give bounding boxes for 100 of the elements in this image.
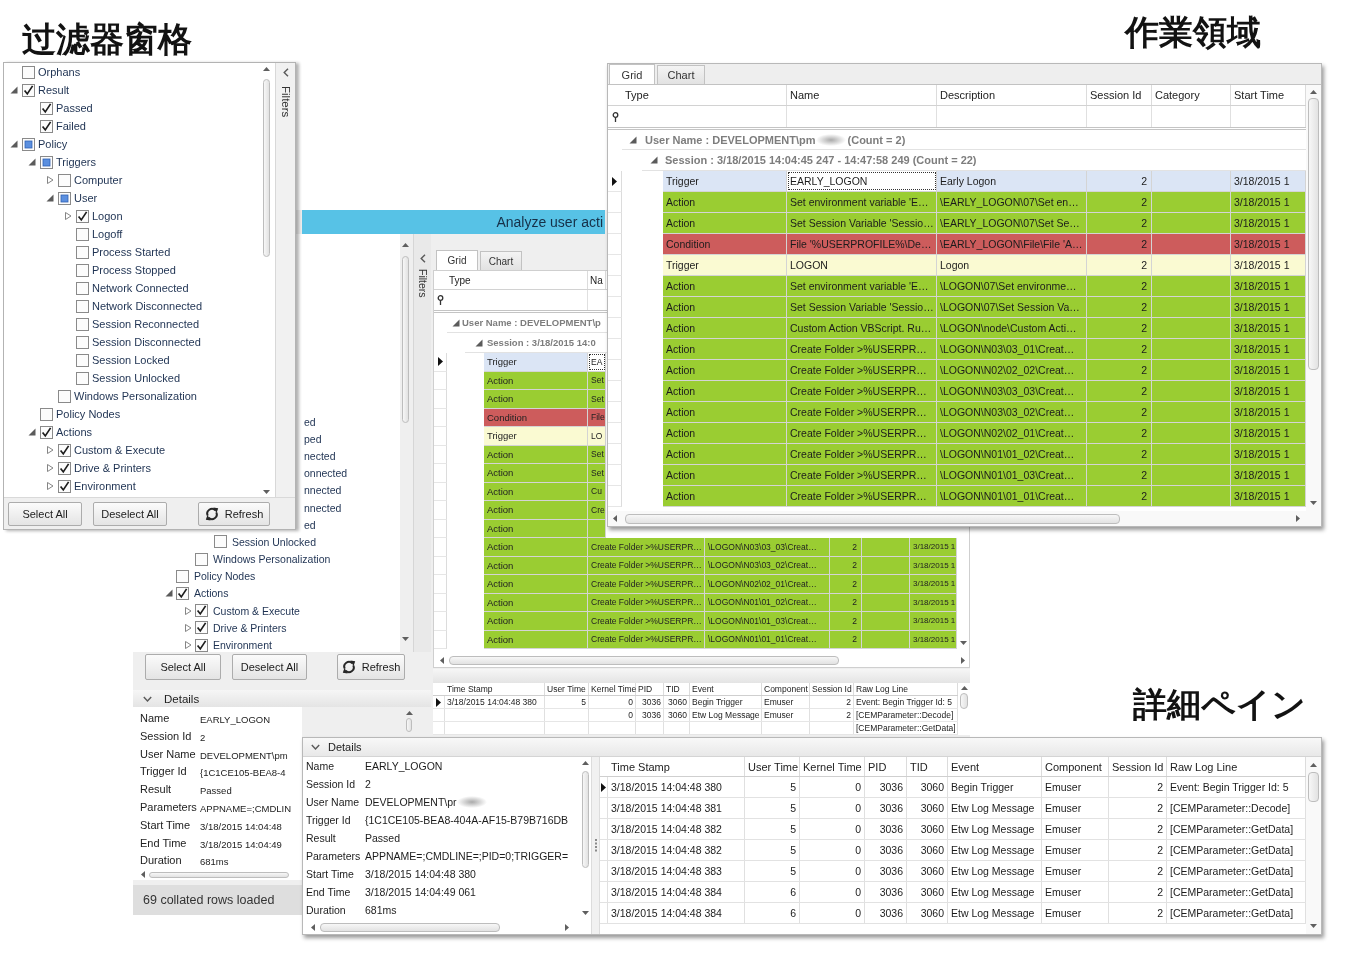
column-header[interactable]: Raw Log Line [856,684,908,694]
column-header[interactable]: Session Id [1087,85,1152,105]
checkbox[interactable] [76,299,89,313]
tab[interactable]: Chart [657,65,705,84]
table-row[interactable]: Action Set environment variable 'E… \LOGON\07\Set environme… 2 3/18/2015 1 [663,276,1306,297]
tree-item-label[interactable]: Process Started [92,246,171,258]
column-header[interactable]: Component [1042,757,1109,776]
caret-icon[interactable] [452,318,460,327]
checkbox[interactable] [76,335,89,349]
chevron-down-icon[interactable] [311,744,320,750]
caret-icon[interactable] [28,158,36,166]
checkbox[interactable] [76,371,89,385]
row-indicator[interactable] [600,777,608,797]
tree-item-label[interactable]: Computer [74,174,123,186]
table-row[interactable]: Action Set [484,464,606,483]
tree-item-label[interactable]: nnected [304,484,342,497]
checkbox[interactable] [76,245,89,259]
down-arrow-icon[interactable] [959,641,967,645]
table-row[interactable]: Action Create Folder >%USERPR… \LOGON\N02\02_01\Creat… 2 3/18/2015 1 [663,423,1306,444]
deselect-all-button[interactable]: Deselect All [232,654,307,680]
vertical-scrollbar[interactable] [1306,85,1321,511]
tree-item-label[interactable]: Session Disconnected [92,336,201,348]
up-arrow-icon[interactable] [402,243,409,247]
grip-icon[interactable] [594,839,597,852]
caret-icon[interactable] [184,606,192,615]
checkbox[interactable] [76,281,89,295]
up-arrow-icon[interactable] [960,686,968,690]
tree-item-label[interactable]: Passed [56,102,93,114]
column-header[interactable]: PID [865,757,907,776]
caret-icon[interactable] [46,464,54,472]
checkbox[interactable] [76,317,89,331]
up-arrow-icon[interactable] [1310,763,1317,767]
column-header[interactable]: User Time [547,684,586,694]
column-header[interactable]: Name [787,85,937,105]
tree-item-label[interactable]: Logon [92,210,123,222]
caret-icon[interactable] [475,338,483,347]
vertical-scrollbar[interactable] [1306,757,1321,934]
up-arrow-icon[interactable] [582,761,589,765]
table-row[interactable]: Trigger EA [484,353,606,372]
refresh-button[interactable]: Refresh [198,501,270,526]
tree-item-label[interactable]: ed [304,518,316,531]
tree-item-label[interactable]: Actions [56,426,93,438]
up-arrow-icon[interactable] [405,711,413,715]
filters-tab[interactable]: Filters [279,86,292,118]
column-header[interactable]: PID [638,684,653,694]
column-header[interactable]: Time Stamp [608,757,745,776]
table-row[interactable]: Action Set [484,390,606,409]
scroll-thumb[interactable] [1308,772,1319,802]
table-row[interactable]: Action Create Folder >%USERPR… \LOGON\N03\03_03\Creat… 2 3/18/2015 1 [484,538,957,557]
tree-item-label[interactable]: Custom & Execute [213,604,300,617]
tree-item-label[interactable]: Custom & Execute [74,444,166,456]
table-row[interactable]: Action Create Folder >%USERPR… \LOGON\N03\03_02\Creat… 2 3/18/2015 1 [663,402,1306,423]
caret-icon[interactable] [64,212,72,220]
scroll-thumb[interactable] [1308,98,1319,370]
checkbox[interactable] [40,407,53,421]
tree-item-label[interactable]: nected [304,449,336,462]
checkbox[interactable] [76,263,89,277]
table-row[interactable]: Trigger EARLY_LOGON Early Logon 2 3/18/2015 1 [663,171,1306,192]
down-arrow-icon[interactable] [263,490,270,494]
caret-icon[interactable] [46,176,54,184]
tree-item-label[interactable]: Windows Personalization [74,390,197,402]
checkbox[interactable] [40,101,53,115]
table-row[interactable]: Action Create Folder >%USERPR… \LOGON\N01\01_02\Creat… 2 3/18/2015 1 [663,444,1306,465]
refresh-button[interactable]: Refresh [337,654,405,680]
table-row[interactable]: Action Create Folder >%USERPR… \LOGON\N02\02_02\Creat… 2 3/18/2015 1 [663,360,1306,381]
caret-icon[interactable] [650,156,658,164]
scroll-thumb[interactable] [582,771,589,868]
chevron-down-icon[interactable] [143,695,152,702]
checkbox[interactable] [214,535,227,549]
table-row[interactable]: Action Set environment variable 'E… \EARLY_LOGON\07\Set en… 2 3/18/2015 1 [663,192,1306,213]
checkbox[interactable] [76,209,89,223]
down-arrow-icon[interactable] [402,637,409,641]
column-header[interactable]: Category [1152,85,1231,105]
scroll-thumb[interactable] [625,513,1120,524]
tree-item-label[interactable]: Environment [74,480,136,492]
pin-icon[interactable] [437,295,444,305]
tree-item-label[interactable]: Triggers [56,156,96,168]
pin-icon[interactable] [611,111,619,122]
section-header[interactable]: Details [133,690,431,707]
tab[interactable]: Chart [480,251,522,270]
tree-item-label[interactable]: User [74,192,98,204]
down-arrow-icon[interactable] [1310,501,1317,505]
caret-icon[interactable] [184,623,192,632]
caret-icon[interactable] [184,641,192,650]
table-row[interactable]: Trigger LO [484,427,606,446]
tree-item-label[interactable]: Failed [56,120,86,132]
checkbox[interactable] [40,119,53,133]
column-header[interactable]: Event [692,684,714,694]
column-header[interactable]: Kernel Time [591,684,637,694]
column-header[interactable]: User Time [745,757,800,776]
caret-icon[interactable] [629,135,637,144]
table-row[interactable]: Action Create Folder >%USERPR… \LOGON\N03\03_03\Creat… 2 3/18/2015 1 [663,381,1306,402]
left-arrow-icon[interactable] [311,923,315,931]
checkbox[interactable] [195,604,208,618]
right-arrow-icon[interactable] [961,656,965,664]
tree-item-label[interactable]: Session Unlocked [232,535,317,548]
checkbox[interactable] [195,621,208,635]
checkbox[interactable] [58,173,71,187]
column-header[interactable]: Type [449,274,471,286]
column-header[interactable]: TID [666,684,680,694]
